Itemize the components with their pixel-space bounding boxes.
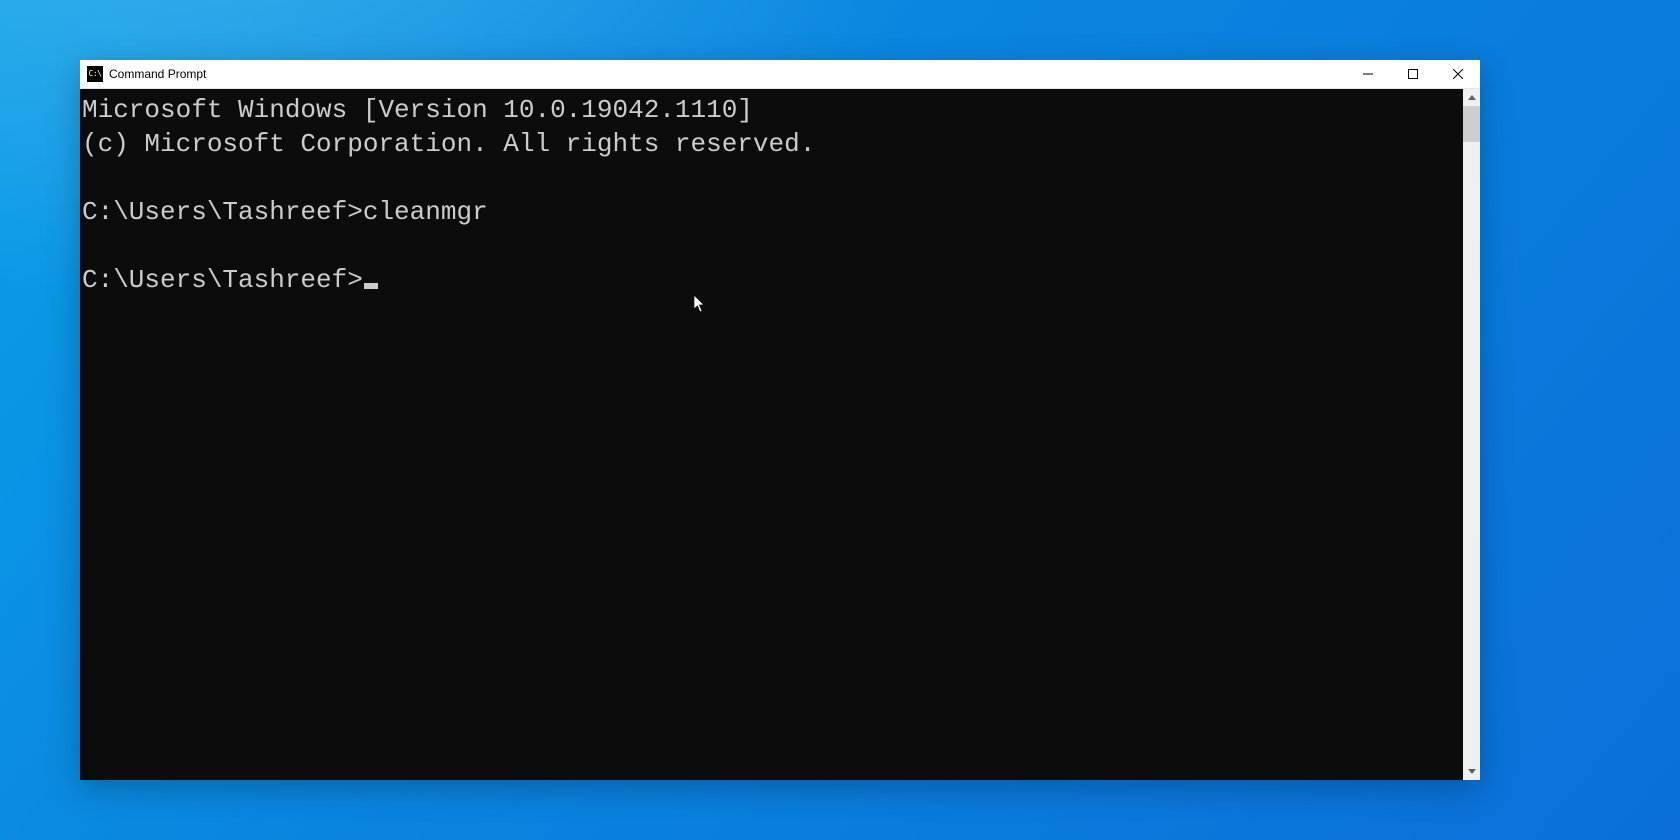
chevron-down-icon	[1468, 769, 1476, 774]
maximize-icon	[1408, 69, 1418, 79]
window-title: Command Prompt	[109, 67, 206, 81]
minimize-button[interactable]	[1345, 60, 1390, 88]
close-icon	[1453, 69, 1463, 79]
command-prompt-window: Command Prompt Microsoft Windows [Versio…	[80, 60, 1480, 780]
console-line: Microsoft Windows [Version 10.0.19042.11…	[82, 95, 753, 125]
scrollbar-thumb[interactable]	[1463, 106, 1480, 142]
scroll-down-button[interactable]	[1463, 763, 1480, 780]
maximize-button[interactable]	[1390, 60, 1435, 88]
console-prompt: C:\Users\Tashreef>	[82, 265, 363, 295]
console-line: (c) Microsoft Corporation. All rights re…	[82, 129, 815, 159]
window-controls	[1345, 60, 1480, 88]
vertical-scrollbar[interactable]	[1463, 89, 1480, 780]
client-area: Microsoft Windows [Version 10.0.19042.11…	[80, 89, 1480, 780]
console-line: C:\Users\Tashreef>cleanmgr	[82, 197, 488, 227]
console-output[interactable]: Microsoft Windows [Version 10.0.19042.11…	[80, 89, 1463, 780]
minimize-icon	[1363, 69, 1373, 79]
cmd-icon	[87, 66, 103, 82]
close-button[interactable]	[1435, 60, 1480, 88]
title-bar[interactable]: Command Prompt	[80, 60, 1480, 89]
text-cursor	[364, 283, 378, 289]
scroll-up-button[interactable]	[1463, 89, 1480, 106]
scrollbar-track[interactable]	[1463, 106, 1480, 763]
chevron-up-icon	[1468, 95, 1476, 100]
